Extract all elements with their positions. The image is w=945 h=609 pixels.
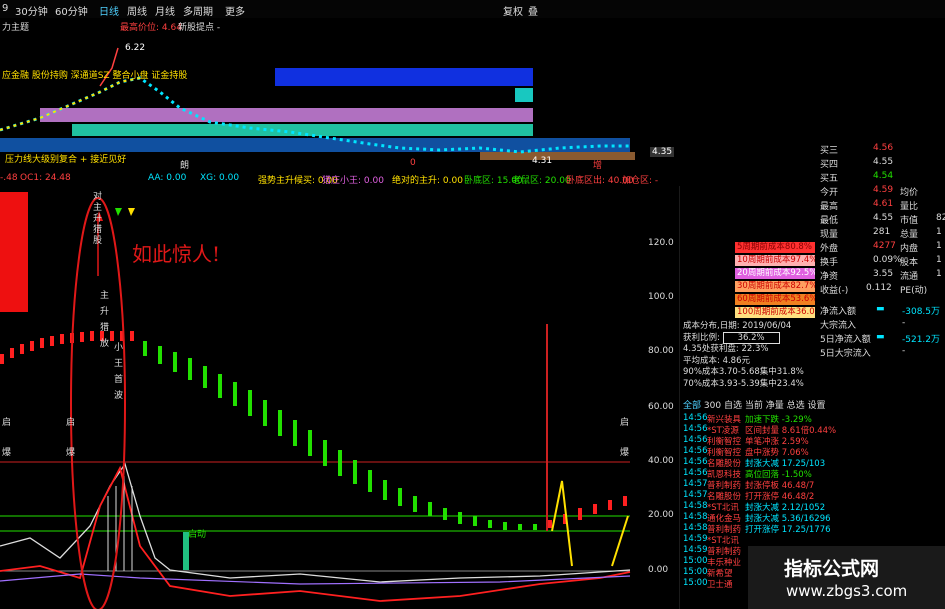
col-label-1: 主 — [100, 291, 110, 301]
y-tick-80: 80.00 — [648, 346, 674, 356]
ind-val-6: 绝对的主升: 0.00 — [392, 176, 463, 186]
high-price-label: 6.22 — [125, 43, 146, 53]
cost-box-5: 5周期前成本80.8% — [735, 242, 815, 253]
tape-tab-300[interactable]: 300 — [704, 401, 721, 411]
watermark-title: 指标公式网 — [784, 558, 880, 580]
col-label-6: 王 — [114, 359, 124, 369]
ind-val-10: 加仓区: - — [622, 176, 659, 186]
pressure-caption: 压力线大级别复合 + 接近见好 — [5, 155, 127, 165]
ind-val-5: 猎庄小王: 0.00 — [322, 176, 384, 186]
site-watermark: 指标公式网 www.zbgs3.com — [748, 546, 945, 609]
ind-val-0: -.48 — [0, 173, 18, 183]
col-label-8: 波 — [114, 391, 124, 401]
period-tab-60m[interactable]: 60分钟 — [55, 3, 88, 18]
tape-tab-net[interactable]: 净量 — [766, 401, 784, 411]
ind-val-2: AA: 0.00 — [148, 173, 187, 183]
tape-tab-current[interactable]: 当前 — [745, 401, 763, 411]
period-tab-day[interactable]: 日线 — [99, 3, 119, 18]
ind-val-3: XG: 0.00 — [200, 173, 240, 183]
annotation-text: 如此惊人! — [132, 242, 221, 266]
concept-tags: 应金融 股份持购 深通道SZ 整合小盘 证金持股 — [2, 71, 188, 81]
period-tab-more[interactable]: 更多 — [225, 3, 245, 18]
start-label-mid: 启 — [66, 418, 76, 428]
cost-line-4: 70%成本3.93-5.39集中23.4% — [683, 378, 804, 389]
start-label-left: 启 — [2, 418, 12, 428]
cost-summary: 成本分布,日期: 2019/06/04 获利比例: 36.2% 4.35处获利盘… — [683, 321, 818, 390]
cost-date-row: 成本分布,日期: 2019/06/04 — [683, 321, 792, 331]
period-tab-week[interactable]: 周线 — [127, 3, 147, 18]
ind-val-8: 老鼠区: 20.00 — [512, 176, 571, 186]
watermark-url: www.zbgs3.com — [786, 582, 908, 600]
period-toolbar: 9 30分钟 60分钟 日线 周线 月线 多周期 更多 复权 叠 — [0, 0, 945, 18]
boom-label-right: 爆 — [620, 448, 630, 458]
fund-flow-panel: 净流入额 ▬ -308.5万 大宗流入 - 5日净流入额 ▬ -521.2万 5日大宗流入… — [820, 304, 941, 359]
y-tick-20: 20.00 — [648, 510, 674, 520]
col-label-3: 猎 — [100, 323, 110, 333]
cost-box-30: 30周期前成本82.7% — [735, 281, 815, 292]
cost-line-1: 4.35处获利盘: 22.3% — [683, 344, 769, 354]
y-tick-60: 60.00 — [648, 402, 674, 412]
column-labels-b: 小 王 首 波 — [114, 340, 124, 404]
col-label-7: 首 — [114, 375, 124, 385]
y-tick-40: 40.00 — [648, 456, 674, 466]
tape-tab-watch[interactable]: 自选 — [724, 401, 742, 411]
column-labels-a: 主 升 猎 放 — [100, 288, 110, 352]
main-indicator-chart — [0, 186, 680, 609]
cost-box-10: 10周期前成本97.4% — [735, 255, 815, 266]
cost-profit-row: 获利比例: 36.2% — [683, 331, 818, 345]
boom-label-left: 爆 — [2, 448, 12, 458]
period-tab-month[interactable]: 月线 — [155, 3, 175, 18]
indicator-header: -.48 OC1: 24.48 AA: 0.00 XG: 0.00 强势主升候买… — [0, 173, 680, 186]
cost-line-3: 90%成本3.70-5.68集中31.8% — [683, 367, 804, 377]
start-label-right: 启 — [620, 418, 630, 428]
y-tick-0: 0.00 — [648, 565, 669, 575]
kline-mark-3: 增 — [593, 161, 603, 171]
overlay-button[interactable]: 叠 — [528, 3, 538, 18]
boom-label-mid: 爆 — [66, 448, 76, 458]
kline-chart — [0, 47, 635, 160]
tape-tab-total[interactable]: 总选 — [787, 401, 805, 411]
period-tab-1[interactable]: 9 — [2, 3, 8, 14]
ind-val-1: OC1: 24.48 — [20, 173, 71, 183]
cost-box-100: 100周期前成本36.0% — [735, 307, 815, 318]
y-tick-120: 120.0 — [648, 238, 674, 248]
fuquan-button[interactable]: 复权 — [503, 3, 523, 18]
col-label-2: 升 — [100, 307, 110, 317]
vertical-label: 对主升猎股 — [93, 192, 103, 246]
start-mark: 启动 — [188, 530, 207, 540]
tape-tab-all[interactable]: 全部 — [683, 401, 701, 411]
cost-box-20: 20周期前成本92.5% — [735, 268, 815, 279]
col-label-4: 放 — [100, 339, 110, 349]
cost-line-2: 平均成本: 4.86元 — [683, 355, 750, 366]
period-tab-30m[interactable]: 30分钟 — [15, 3, 48, 18]
tape-tab-settings[interactable]: 设置 — [808, 401, 826, 411]
y-tick-100: 100.0 — [648, 292, 674, 302]
kline-mark-2: 0 — [410, 158, 416, 168]
quote-panel: 买三 4.56 买四 4.55 买五 4.54 今开 4.59 均价 最高 4.61 量比 最… — [820, 143, 945, 296]
kline-mark-1: 朗 — [180, 161, 190, 171]
period-tab-multi[interactable]: 多周期 — [183, 3, 213, 18]
low-price-label: 4.31 — [532, 156, 553, 166]
tape-tabs: 全部 300 自选 当前 净量 总选 设置 — [683, 398, 826, 411]
cost-box-60: 60周期前成本53.6% — [735, 294, 815, 305]
current-price-tag: 4.35 — [650, 147, 675, 157]
col-label-5: 小 — [114, 343, 124, 353]
